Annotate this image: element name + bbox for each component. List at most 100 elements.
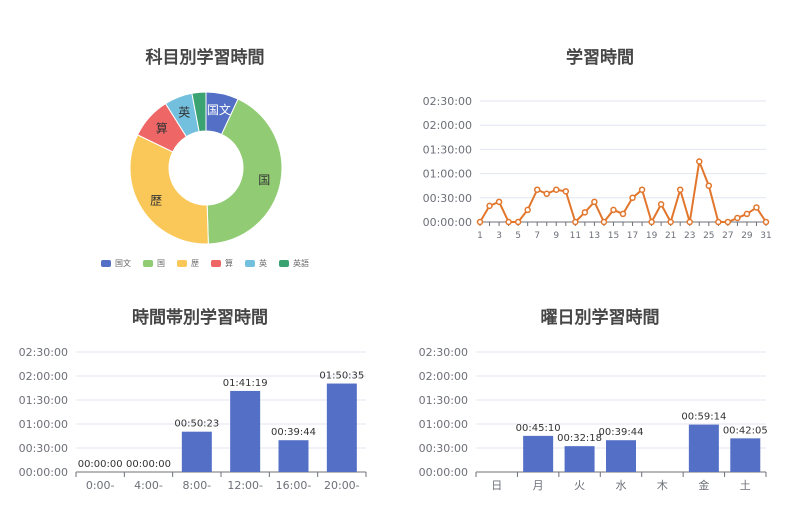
y-tick-label: 00:00:00 [423,216,472,229]
subject-legend: 国文 国 歴 算 英 英語 [0,258,410,269]
x-tick-label: 5 [515,231,521,241]
legend-item[interactable]: 英語 [279,258,309,269]
daily-line-chart: 00:00:00 00:30:00 01:00:00 01:30:00 02:00:00… [423,95,772,241]
bar-value-label: 00:00:00 [78,459,123,470]
y-tick-label: 00:30:00 [419,442,468,455]
bar-value-label: 01:41:19 [223,378,268,389]
data-point [686,218,693,226]
data-point [734,214,741,222]
y-tick-label: 00:00:00 [419,466,468,479]
legend-swatch [143,260,153,267]
slice-label: 国文 [207,102,231,117]
data-point [514,218,522,226]
data-point [629,194,636,202]
x-tick-label: 11 [570,231,581,241]
slice-label: 英 [178,106,190,120]
x-tick-label: 23 [684,231,695,241]
bar [730,438,761,472]
legend-label: 英 [259,259,267,268]
legend-item[interactable]: 算 [211,258,233,269]
x-tick-label: 月 [533,479,544,492]
data-point [572,218,579,226]
y-tick-label: 01:30:00 [423,143,472,156]
x-tick-label: 13 [589,231,600,241]
x-tick-label: 1 [477,231,483,241]
bar [326,383,357,472]
data-point [505,218,512,226]
bar-value-label: 00:50:23 [174,419,219,430]
data-point [715,218,722,226]
y-tick-label: 02:30:00 [419,346,468,359]
y-tick-label: 02:00:00 [19,370,68,383]
x-tick-label: 29 [741,231,753,241]
bar-value-label: 00:59:14 [681,412,726,423]
x-tick-label: 9 [553,231,559,241]
x-tick-label: 27 [722,231,733,241]
bar-value-label: 00:42:05 [723,425,768,436]
bar [278,440,309,472]
timeslot-chart-panel: 時間帯別学習時間 00:00:00 00:30:00 01:00:00 01:30:0… [0,290,400,511]
bar-value-label: 00:32:18 [557,433,602,444]
legend-label: 英語 [293,259,309,268]
data-point [600,218,608,226]
x-tick-label: 8:00- [182,479,211,492]
data-point [486,202,493,210]
x-tick-label: 3 [496,231,502,241]
data-point [657,201,665,208]
legend-swatch [245,260,255,267]
data-point [724,218,732,226]
x-tick-label: 16:00- [276,479,312,492]
y-tick-label: 00:30:00 [19,442,68,455]
legend-swatch [101,260,111,267]
legend-item[interactable]: 歴 [177,258,199,269]
legend-swatch [211,260,221,267]
daily-chart-panel: 学習時間 00:00:00 00:30:00 01:00:00 01:30:00 02:… [400,0,800,290]
slice-label: 国 [258,173,270,187]
y-tick-label: 01:30:00 [19,394,68,407]
data-point [533,186,541,193]
data-point [562,188,570,195]
bar [230,390,261,472]
bar [606,440,636,472]
data-point [705,182,713,189]
y-tick-label: 01:00:00 [423,168,472,181]
x-tick-label: 17 [627,231,638,241]
y-tick-label: 00:30:00 [423,192,472,205]
timeslot-bar-chart: 00:00:00 00:30:00 01:00:00 01:30:00 02:00:00… [19,346,367,492]
bar-value-label: 00:39:44 [599,427,644,438]
x-tick-label: 火 [574,479,585,492]
data-point [743,210,751,218]
y-tick-label: 01:00:00 [419,418,468,431]
legend-item[interactable]: 英 [245,258,267,269]
x-tick-label: 7 [534,231,540,241]
weekday-bar-chart: 00:00:00 00:30:00 01:00:00 01:30:00 02:00:00… [419,346,768,492]
x-tick-label: 20:00- [324,479,360,492]
data-point [553,186,560,193]
y-tick-label: 02:30:00 [19,346,68,359]
weekday-chart-panel: 曜日別学習時間 00:00:00 00:30:00 01:00:00 01:30:00… [400,290,800,511]
bar-value-label: 01:50:35 [319,371,364,382]
bar [688,424,719,472]
donut-slice [129,134,209,245]
legend-label: 国 [157,259,165,268]
legend-label: 国文 [115,259,131,268]
legend-label: 歴 [191,259,199,268]
y-tick-label: 01:00:00 [19,418,68,431]
legend-item[interactable]: 国文 [101,258,131,269]
slice-label: 算 [156,120,168,135]
data-point [581,209,589,216]
x-tick-label: 31 [760,231,771,241]
data-point [696,158,703,165]
bar [564,446,595,472]
x-tick-label: 4:00- [134,479,163,492]
bar [181,431,212,472]
data-point [667,218,674,226]
x-tick-label: 21 [665,231,676,241]
x-tick-label: 19 [646,231,658,241]
x-tick-label: 15 [608,231,619,241]
data-point [591,198,598,206]
x-tick-label: 金 [698,478,709,492]
data-point [638,186,646,193]
subject-chart-panel: 科目別学習時間 国文国歴算英 国文国歴算英英語 [0,0,410,290]
legend-item[interactable]: 国 [143,258,165,269]
